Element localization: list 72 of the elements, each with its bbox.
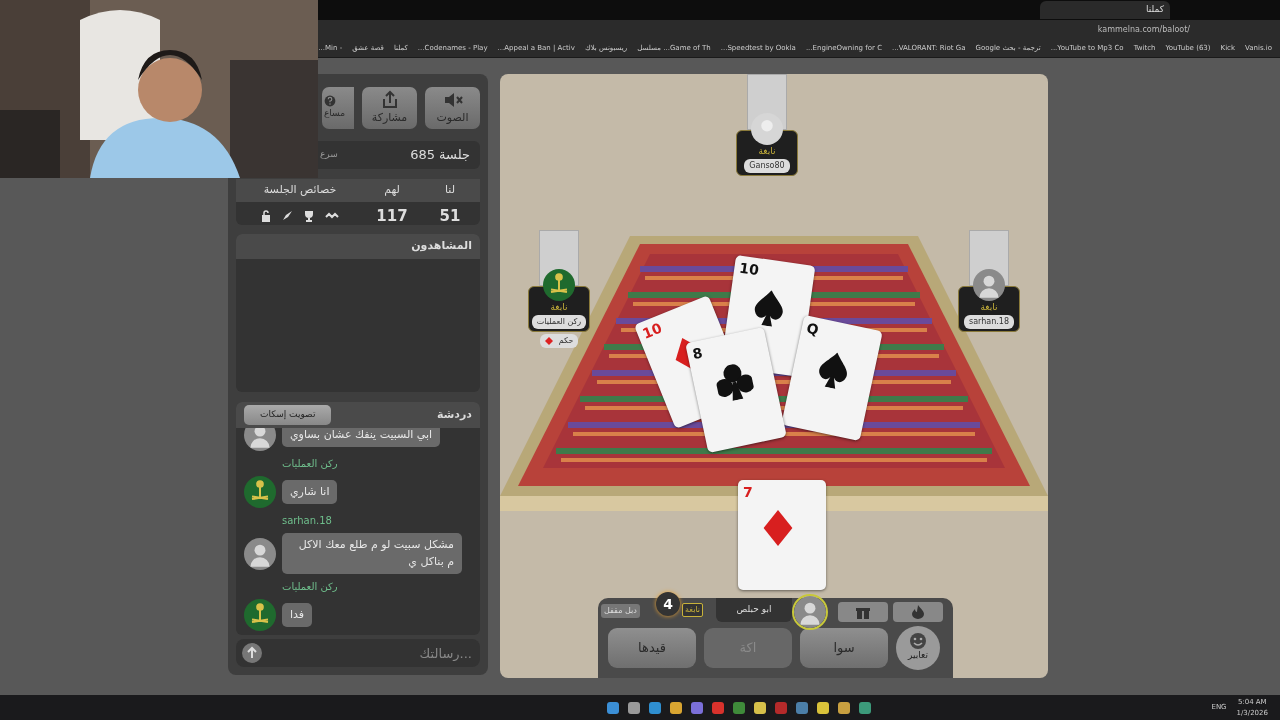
- gift-button[interactable]: [838, 602, 888, 622]
- score-cell-text: 51: [438, 205, 462, 227]
- emotes-button[interactable]: تعابير: [896, 626, 940, 670]
- column-header: لنا: [420, 179, 480, 202]
- user-avatar: [244, 537, 276, 570]
- smiley-icon: [910, 633, 926, 650]
- player-avatar: [751, 113, 783, 145]
- message-input[interactable]: رسالتك...: [268, 641, 474, 665]
- fire-button[interactable]: [893, 602, 943, 622]
- tab-title: كملنا: [1146, 3, 1164, 17]
- panel-title: المشاهدون: [236, 234, 480, 259]
- player-avatar: [792, 594, 828, 630]
- rank-label: نابغة: [550, 301, 568, 314]
- score-cell-text: 117: [375, 205, 409, 227]
- panel-title: دردشة: [436, 406, 472, 423]
- taskbar-app-icon[interactable]: [817, 701, 830, 714]
- card-rank: 7: [743, 483, 753, 502]
- trump-label: حكم: [558, 334, 574, 347]
- player-avatar: [543, 269, 575, 301]
- player-avatar: [973, 269, 1005, 301]
- session-note: سرع: [320, 148, 338, 162]
- taskbar-app-icon[interactable]: [733, 701, 746, 714]
- emblem-avatar: [244, 599, 276, 631]
- card-rank: Q: [804, 318, 821, 340]
- gift-icon: [856, 605, 870, 619]
- flame-icon: [912, 605, 924, 619]
- send-icon[interactable]: [242, 643, 262, 663]
- rank-label: نابغة: [758, 145, 776, 158]
- message-field[interactable]: رسالتك...: [236, 639, 480, 667]
- taskbar-app-icon[interactable]: [607, 701, 620, 714]
- message-author: ركن العمليات: [281, 457, 339, 471]
- taskbar-app-icon[interactable]: [838, 701, 851, 714]
- message-author: ركن العمليات: [281, 580, 339, 594]
- session-title: جلسة 685: [410, 146, 470, 165]
- mute-vote-button[interactable]: تصويت إسكات: [244, 405, 332, 425]
- message-bubble: ابي السبيت ينفك عشان بساوي: [282, 427, 441, 448]
- emblem-avatar: [244, 476, 276, 508]
- rank-badge: نابغة: [682, 603, 704, 617]
- taskbar-app-icon[interactable]: [859, 701, 872, 714]
- playing-card[interactable]: 7: [738, 480, 826, 590]
- message-bubble: انا شاري: [282, 479, 338, 505]
- diamond-icon: [544, 336, 553, 345]
- taskbar-app-icon[interactable]: [670, 701, 683, 714]
- help-icon: [324, 95, 336, 108]
- message-bubble: مشكل سبيت لو م طلع معك الاكل م بناكل ي: [282, 533, 462, 574]
- rank-label: نابغة: [980, 301, 998, 314]
- taskbar-app-icon[interactable]: [628, 701, 641, 714]
- player-name: sarhan.18: [964, 314, 1014, 329]
- taskbar-app-icon[interactable]: [754, 701, 767, 714]
- rocket-icon: [281, 209, 293, 222]
- card-rank: 8: [690, 343, 705, 365]
- player-name: Ganso80: [744, 158, 790, 173]
- address-bar[interactable]: kammelna.com/baloot/: [1097, 24, 1190, 36]
- column-header: لهم: [364, 179, 420, 202]
- trophy-icon: [303, 209, 315, 222]
- count-badge: 4: [656, 592, 680, 616]
- taskbar-app-icon[interactable]: [691, 701, 704, 714]
- taskbar-app-icon[interactable]: [649, 701, 662, 714]
- user-avatar: [244, 427, 276, 451]
- browser-tab[interactable]: كملنا: [1040, 1, 1170, 19]
- message-author: sarhan.18: [281, 514, 333, 528]
- card-rank: 10: [737, 258, 761, 281]
- taskbar-app-icon[interactable]: [796, 701, 809, 714]
- column-header: خصائص الجلسة: [236, 179, 364, 202]
- message-bubble: فدا: [282, 602, 313, 628]
- player-name: ابو حبلص: [736, 603, 772, 617]
- unlock-icon: [261, 209, 271, 222]
- action-button[interactable]: قيدها: [608, 628, 696, 668]
- action-button[interactable]: سوا: [800, 628, 888, 668]
- player-name: ركن العمليات: [531, 314, 587, 329]
- status-tag: دبل مقفل: [601, 604, 640, 618]
- card-rank: 10: [639, 318, 666, 344]
